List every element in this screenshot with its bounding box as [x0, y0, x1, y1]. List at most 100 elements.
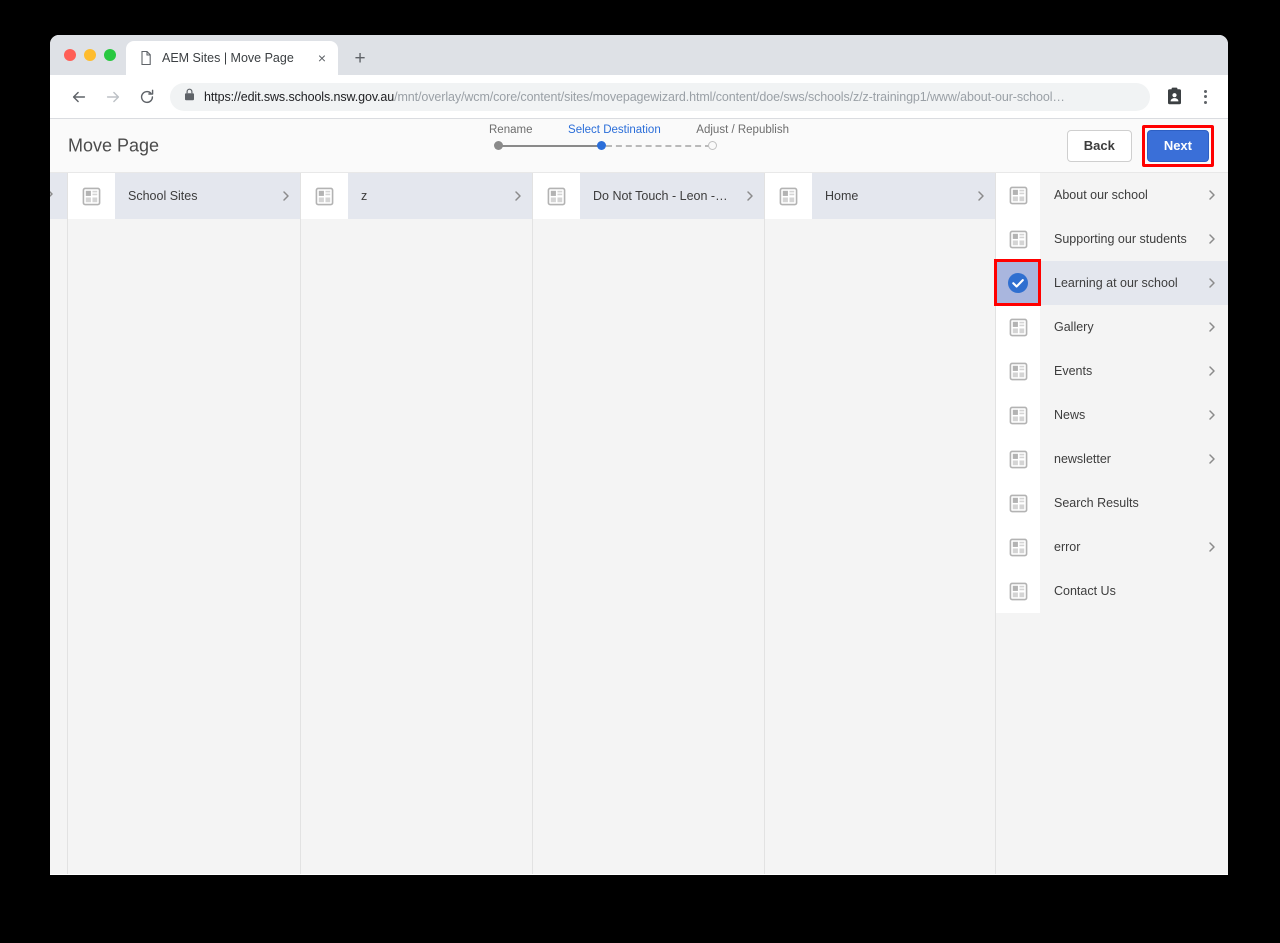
column-clipped: [50, 173, 68, 874]
kebab-menu-icon[interactable]: [1192, 83, 1218, 111]
list-item[interactable]: Events: [996, 349, 1228, 393]
chevron-right-icon[interactable]: [1196, 408, 1228, 422]
page-icon: [996, 349, 1040, 393]
column-school-sites[interactable]: School Sites: [68, 173, 301, 874]
page-icon: [533, 173, 580, 219]
list-item[interactable]: error: [996, 525, 1228, 569]
next-button[interactable]: Next: [1146, 129, 1209, 162]
destination-list-column: About our school Supporting our students L…: [994, 173, 1228, 874]
page-icon: [996, 525, 1040, 569]
page-icon: [996, 305, 1040, 349]
wizard-dot-adjust-republish[interactable]: [708, 141, 717, 150]
wizard-dot-rename[interactable]: [494, 141, 503, 150]
chevron-right-icon: [504, 189, 532, 203]
list-item-label: newsletter: [1054, 452, 1111, 466]
column-label: z: [361, 189, 368, 203]
wizard-progress-line-completed: [500, 145, 599, 147]
address-bar[interactable]: https://edit.sws.schools.nsw.gov.au/mnt/…: [170, 82, 1150, 111]
wizard-step-labels: Rename Select Destination Adjust / Repub…: [489, 124, 789, 136]
wizard-progress-line-pending: [606, 145, 711, 147]
lock-icon: [184, 88, 195, 106]
column-clipped-header: [50, 173, 67, 219]
browser-window: AEM Sites | Move Page × + https://edit.s…: [50, 35, 1228, 875]
chevron-right-icon[interactable]: [1196, 320, 1228, 334]
page-icon: [996, 393, 1040, 437]
list-item-label: Learning at our school: [1054, 276, 1178, 290]
list-item-label: Supporting our students: [1054, 232, 1187, 246]
column-label: Do Not Touch - Leon - ...: [593, 189, 729, 203]
wizard-progress-track: [489, 141, 789, 151]
address-bar-path: /mnt/overlay/wcm/core/content/sites/move…: [394, 89, 1065, 104]
page-icon: [301, 173, 348, 219]
destination-list: About our school Supporting our students L…: [996, 173, 1228, 613]
check-icon[interactable]: [996, 261, 1040, 305]
page-icon: [68, 173, 115, 219]
wizard-step-rename[interactable]: Rename: [489, 124, 532, 136]
header-actions: Back Next: [1066, 124, 1214, 167]
browser-toolbar: https://edit.sws.schools.nsw.gov.au/mnt/…: [50, 75, 1228, 119]
page-icon: [996, 481, 1040, 525]
chevron-right-icon: [736, 189, 764, 203]
address-bar-host: https://edit.sws.schools.nsw.gov.au: [204, 89, 395, 104]
list-item-label: About our school: [1054, 188, 1148, 202]
window-traffic-lights: [58, 35, 126, 75]
close-icon[interactable]: ×: [314, 50, 330, 66]
page-icon: [996, 173, 1040, 217]
page-icon: [996, 217, 1040, 261]
chevron-right-icon[interactable]: [1196, 364, 1228, 378]
close-window-button[interactable]: [64, 49, 76, 61]
chevron-right-icon[interactable]: [1196, 540, 1228, 554]
list-item[interactable]: About our school: [996, 173, 1228, 217]
column-header[interactable]: Home: [765, 173, 995, 219]
page-title: Move Page: [68, 135, 160, 155]
column-z[interactable]: z: [301, 173, 533, 874]
list-item-label: News: [1054, 408, 1086, 422]
aem-move-page-app: Move Page Rename Select Destination Adju…: [50, 119, 1228, 874]
chevron-right-icon[interactable]: [1196, 276, 1228, 290]
wizard-stepper: Rename Select Destination Adjust / Repub…: [489, 124, 789, 151]
chevron-right-icon: [50, 187, 57, 206]
list-item-label: Contact Us: [1054, 584, 1116, 598]
app-header: Move Page Rename Select Destination Adju…: [50, 119, 1228, 173]
maximize-window-button[interactable]: [104, 49, 116, 61]
column-header[interactable]: z: [301, 173, 532, 219]
chevron-right-icon: [967, 189, 995, 203]
back-button[interactable]: [64, 82, 94, 112]
back-button[interactable]: Back: [1066, 129, 1132, 162]
browser-tab-title: AEM Sites | Move Page: [162, 51, 294, 65]
profile-card-icon[interactable]: [1160, 83, 1188, 111]
column-label: Home: [825, 189, 859, 203]
list-item[interactable]: Contact Us: [996, 569, 1228, 613]
list-item[interactable]: Supporting our students: [996, 217, 1228, 261]
list-item[interactable]: newsletter: [996, 437, 1228, 481]
browser-tab-strip: AEM Sites | Move Page × +: [50, 35, 1228, 75]
chevron-right-icon[interactable]: [1196, 232, 1228, 246]
wizard-step-select-destination[interactable]: Select Destination: [568, 124, 661, 136]
forward-button[interactable]: [98, 82, 128, 112]
next-button-highlight: Next: [1141, 124, 1214, 167]
chevron-right-icon: [272, 189, 300, 203]
address-bar-url: https://edit.sws.schools.nsw.gov.au/mnt/…: [204, 90, 1065, 104]
page-icon: [996, 437, 1040, 481]
list-item[interactable]: Search Results: [996, 481, 1228, 525]
column-do-not-touch[interactable]: Do Not Touch - Leon - ...: [533, 173, 765, 874]
chevron-right-icon[interactable]: [1196, 452, 1228, 466]
new-tab-button[interactable]: +: [346, 44, 374, 72]
wizard-step-adjust-republish[interactable]: Adjust / Republish: [696, 124, 789, 136]
column-header[interactable]: Do Not Touch - Leon - ...: [533, 173, 764, 219]
list-item-label: Gallery: [1054, 320, 1094, 334]
list-item[interactable]: Learning at our school: [996, 261, 1228, 305]
list-item[interactable]: Gallery: [996, 305, 1228, 349]
list-item-label: error: [1054, 540, 1081, 554]
document-icon: [138, 50, 154, 66]
list-item-label: Events: [1054, 364, 1093, 378]
minimize-window-button[interactable]: [84, 49, 96, 61]
chevron-right-icon[interactable]: [1196, 188, 1228, 202]
list-item[interactable]: News: [996, 393, 1228, 437]
page-icon: [996, 569, 1040, 613]
reload-button[interactable]: [132, 82, 162, 112]
column-header[interactable]: School Sites: [68, 173, 300, 219]
column-home[interactable]: Home: [765, 173, 996, 874]
wizard-dot-select-destination[interactable]: [597, 141, 606, 150]
browser-tab[interactable]: AEM Sites | Move Page ×: [126, 41, 338, 75]
